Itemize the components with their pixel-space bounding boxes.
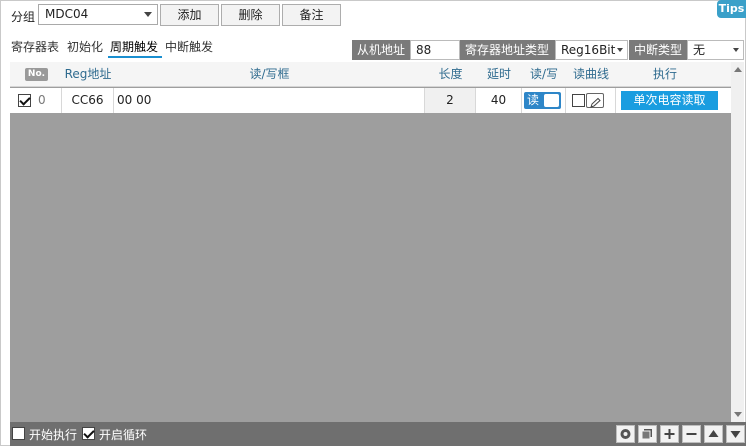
reg-type-value: Reg16Bit (561, 43, 616, 57)
int-type-label: 中断类型 (629, 40, 687, 60)
copy-icon (641, 429, 652, 440)
vertical-scrollbar[interactable] (731, 62, 744, 422)
row-rw-cell: 读 (522, 88, 566, 113)
toggle-knob (544, 94, 559, 107)
gear-icon (620, 429, 631, 439)
slave-addr-label: 从机地址 (352, 40, 410, 60)
tab-init[interactable]: 初始化 (67, 38, 103, 55)
add-row-button[interactable] (660, 425, 679, 443)
header-length: 长度 (438, 67, 463, 81)
header-curve: 读曲线 (572, 67, 609, 81)
int-type-select[interactable]: 无 (687, 40, 744, 60)
row-reg[interactable]: CC66 (62, 88, 114, 113)
header-delay: 延时 (486, 67, 511, 81)
triangle-down-icon (730, 431, 741, 438)
chevron-down-icon (733, 48, 739, 52)
row-no-cell: 0 (10, 88, 62, 113)
copy-button[interactable] (638, 425, 657, 443)
rw-toggle-label: 读 (527, 93, 540, 107)
row-delay[interactable]: 40 (476, 88, 522, 113)
single-read-button[interactable]: 单次电容读取 (621, 91, 718, 110)
remove-row-button[interactable] (682, 425, 701, 443)
tab-register-table[interactable]: 寄存器表 (11, 38, 59, 55)
reg-type-select[interactable]: Reg16Bit (555, 40, 628, 60)
header-no: No. (10, 62, 62, 87)
int-type-value: 无 (693, 43, 706, 57)
scroll-up-icon[interactable] (734, 67, 742, 72)
row-data-input[interactable]: 00 00 (114, 88, 425, 113)
row-no: 0 (38, 93, 46, 107)
chevron-down-icon (144, 12, 152, 17)
active-tab-indicator (108, 56, 162, 58)
loop-checkbox[interactable] (82, 427, 95, 440)
add-button[interactable]: 添加 (160, 4, 219, 26)
row-curve-cell (566, 88, 616, 113)
loop-label: 开启循环 (99, 428, 148, 442)
tab-periodic[interactable]: 周期触发 (110, 38, 158, 55)
bottom-toolbar: 开始执行 开启循环 (10, 422, 746, 446)
plus-icon (664, 429, 675, 439)
move-up-button[interactable] (704, 425, 723, 443)
start-exec-checkbox[interactable] (12, 427, 25, 440)
row-length[interactable]: 2 (425, 88, 476, 113)
tab-interrupt[interactable]: 中断触发 (165, 38, 213, 55)
row-select-checkbox[interactable] (18, 94, 31, 107)
table-row: 0 CC66 00 00 2 40 读 单次电容读取 (10, 88, 731, 113)
header-exec: 执行 (652, 67, 677, 81)
curve-checkbox[interactable] (572, 94, 585, 107)
import-button[interactable] (616, 425, 635, 443)
chevron-down-icon (617, 48, 623, 52)
header-reg: Reg地址 (64, 67, 112, 81)
row-exec-cell: 单次电容读取 (616, 88, 731, 113)
start-exec-label: 开始执行 (29, 428, 78, 442)
group-label: 分组 (11, 10, 36, 24)
pencil-icon (590, 97, 601, 108)
edit-curve-button[interactable] (586, 93, 604, 108)
table-body (10, 62, 731, 422)
reg-type-label: 寄存器地址类型 (460, 40, 555, 60)
tips-button[interactable]: Tips (717, 0, 746, 18)
rw-toggle[interactable]: 读 (524, 92, 561, 109)
table-header: No. Reg地址 读/写框 长度 延时 读/写 读曲线 执行 (10, 62, 731, 87)
header-no-badge: No. (25, 68, 48, 81)
slave-addr-input[interactable]: 88 (410, 40, 460, 60)
group-select[interactable]: MDC04 (38, 4, 158, 25)
header-rw-box: 读/写框 (249, 67, 290, 81)
triangle-up-icon (708, 430, 719, 437)
delete-button[interactable]: 删除 (221, 4, 280, 26)
minus-icon (686, 433, 697, 435)
move-down-button[interactable] (726, 425, 745, 443)
scroll-down-icon[interactable] (734, 412, 742, 417)
note-button[interactable]: 备注 (282, 4, 341, 26)
header-rw: 读/写 (529, 67, 559, 81)
group-select-value: MDC04 (45, 7, 89, 21)
